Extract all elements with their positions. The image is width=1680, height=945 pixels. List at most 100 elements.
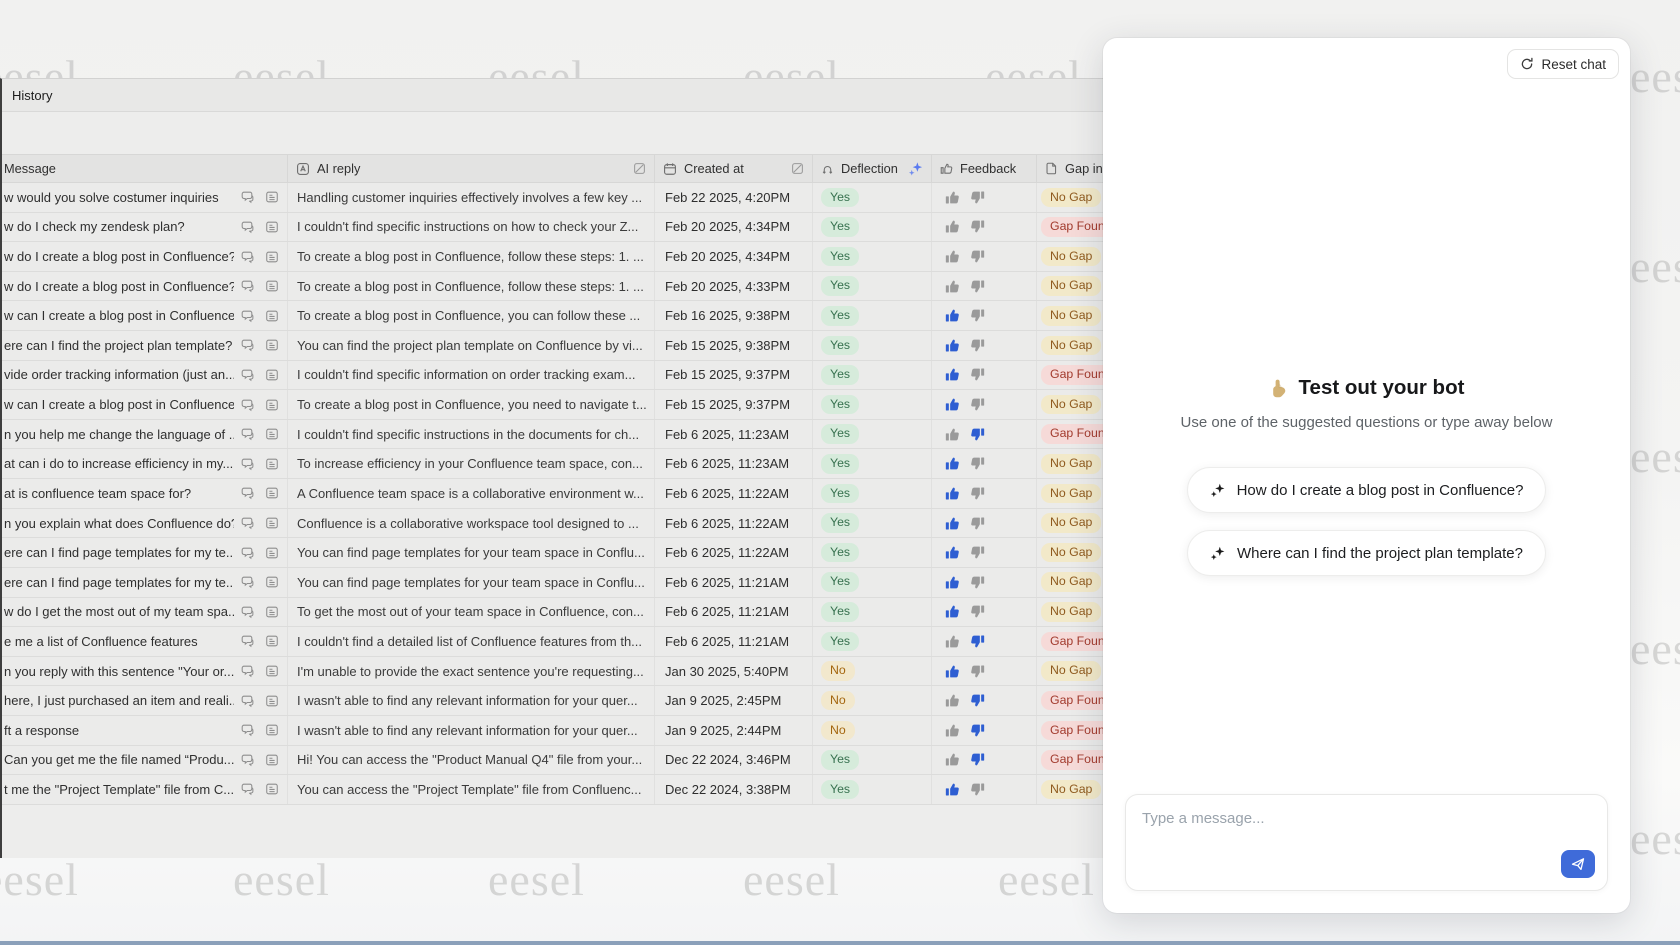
thumbs-up-button[interactable] (945, 782, 960, 797)
chat-transcript-icon[interactable] (240, 546, 254, 560)
thumbs-down-button[interactable] (970, 575, 985, 590)
thumbs-down-button[interactable] (970, 249, 985, 264)
thumbs-up-button[interactable] (945, 397, 960, 412)
chat-transcript-icon[interactable] (240, 427, 254, 441)
thumbs-up-button[interactable] (945, 693, 960, 708)
chat-transcript-icon[interactable] (240, 516, 254, 530)
thumbs-up-button[interactable] (945, 279, 960, 294)
ticket-icon[interactable] (265, 575, 279, 589)
chat-transcript-icon[interactable] (240, 338, 254, 352)
thumbs-down-button[interactable] (970, 486, 985, 501)
thumbs-down-button[interactable] (970, 367, 985, 382)
ticket-icon[interactable] (265, 723, 279, 737)
thumbs-down-button[interactable] (970, 279, 985, 294)
ticket-icon[interactable] (265, 250, 279, 264)
table-row[interactable]: here, I just purchased an item and reali… (2, 686, 1108, 716)
thumbs-up-button[interactable] (945, 634, 960, 649)
table-row[interactable]: ere can I find page templates for my te.… (2, 568, 1108, 598)
thumbs-down-button[interactable] (970, 516, 985, 531)
chat-transcript-icon[interactable] (240, 279, 254, 293)
thumbs-up-button[interactable] (945, 664, 960, 679)
table-row[interactable]: t me the "Project Template" file from C.… (2, 775, 1108, 805)
table-row[interactable]: ere can I find page templates for my te.… (2, 538, 1108, 568)
reset-chat-button[interactable]: Reset chat (1507, 49, 1619, 79)
column-header-gap[interactable]: Gap in (1037, 155, 1108, 182)
thumbs-up-button[interactable] (945, 486, 960, 501)
ticket-icon[interactable] (265, 309, 279, 323)
table-row[interactable]: at can i do to increase efficiency in my… (2, 449, 1108, 479)
thumbs-down-button[interactable] (970, 752, 985, 767)
chat-transcript-icon[interactable] (240, 634, 254, 648)
column-header-message[interactable]: Message (2, 155, 288, 182)
table-row[interactable]: w do I create a blog post in Confluence?… (2, 242, 1108, 272)
thumbs-down-button[interactable] (970, 397, 985, 412)
thumbs-down-button[interactable] (970, 545, 985, 560)
thumbs-down-button[interactable] (970, 427, 985, 442)
table-row[interactable]: w do I create a blog post in Confluence?… (2, 272, 1108, 302)
thumbs-up-button[interactable] (945, 456, 960, 471)
table-row[interactable]: ere can I find the project plan template… (2, 331, 1108, 361)
thumbs-down-button[interactable] (970, 664, 985, 679)
send-button[interactable] (1561, 850, 1595, 878)
thumbs-up-button[interactable] (945, 723, 960, 738)
table-row[interactable]: vide order tracking information (just an… (2, 361, 1108, 391)
ticket-icon[interactable] (265, 516, 279, 530)
ticket-icon[interactable] (265, 486, 279, 500)
chat-transcript-icon[interactable] (240, 694, 254, 708)
thumbs-down-button[interactable] (970, 456, 985, 471)
chat-transcript-icon[interactable] (240, 309, 254, 323)
column-header-feedback[interactable]: Feedback (932, 155, 1037, 182)
thumbs-down-button[interactable] (970, 604, 985, 619)
chat-transcript-icon[interactable] (240, 605, 254, 619)
chat-transcript-icon[interactable] (240, 782, 254, 796)
table-row[interactable]: w do I check my zendesk plan? I couldn't… (2, 213, 1108, 243)
chat-transcript-icon[interactable] (240, 250, 254, 264)
thumbs-down-button[interactable] (970, 219, 985, 234)
thumbs-down-button[interactable] (970, 782, 985, 797)
column-header-ai-reply[interactable]: AI reply (288, 155, 655, 182)
thumbs-up-button[interactable] (945, 367, 960, 382)
ticket-icon[interactable] (265, 664, 279, 678)
table-row[interactable]: at is confluence team space for? A Confl… (2, 479, 1108, 509)
message-input[interactable] (1126, 795, 1607, 890)
table-row[interactable]: w do I get the most out of my team spa..… (2, 598, 1108, 628)
ticket-icon[interactable] (265, 338, 279, 352)
ticket-icon[interactable] (265, 782, 279, 796)
thumbs-down-button[interactable] (970, 723, 985, 738)
ticket-icon[interactable] (265, 694, 279, 708)
thumbs-up-button[interactable] (945, 752, 960, 767)
table-row[interactable]: n you explain what does Confluence do? C… (2, 509, 1108, 539)
chat-transcript-icon[interactable] (240, 753, 254, 767)
thumbs-down-button[interactable] (970, 693, 985, 708)
ticket-icon[interactable] (265, 368, 279, 382)
edit-column-icon[interactable] (791, 162, 804, 175)
chat-transcript-icon[interactable] (240, 220, 254, 234)
ticket-icon[interactable] (265, 398, 279, 412)
chat-transcript-icon[interactable] (240, 190, 254, 204)
chat-transcript-icon[interactable] (240, 457, 254, 471)
thumbs-up-button[interactable] (945, 219, 960, 234)
column-header-deflection[interactable]: Deflection (813, 155, 932, 182)
table-row[interactable]: w can I create a blog post in Confluence… (2, 301, 1108, 331)
chat-transcript-icon[interactable] (240, 486, 254, 500)
thumbs-up-button[interactable] (945, 516, 960, 531)
thumbs-down-button[interactable] (970, 338, 985, 353)
ticket-icon[interactable] (265, 427, 279, 441)
ticket-icon[interactable] (265, 753, 279, 767)
ticket-icon[interactable] (265, 605, 279, 619)
thumbs-down-button[interactable] (970, 308, 985, 323)
ticket-icon[interactable] (265, 546, 279, 560)
thumbs-up-button[interactable] (945, 575, 960, 590)
suggested-question-button[interactable]: Where can I find the project plan templa… (1187, 530, 1546, 576)
chat-transcript-icon[interactable] (240, 368, 254, 382)
chat-transcript-icon[interactable] (240, 575, 254, 589)
table-row[interactable]: w would you solve costumer inquiries Han… (2, 183, 1108, 213)
ticket-icon[interactable] (265, 190, 279, 204)
ticket-icon[interactable] (265, 279, 279, 293)
thumbs-up-button[interactable] (945, 308, 960, 323)
chat-transcript-icon[interactable] (240, 398, 254, 412)
thumbs-up-button[interactable] (945, 338, 960, 353)
thumbs-up-button[interactable] (945, 427, 960, 442)
table-row[interactable]: ft a response I wasn't able to find any … (2, 716, 1108, 746)
thumbs-up-button[interactable] (945, 249, 960, 264)
